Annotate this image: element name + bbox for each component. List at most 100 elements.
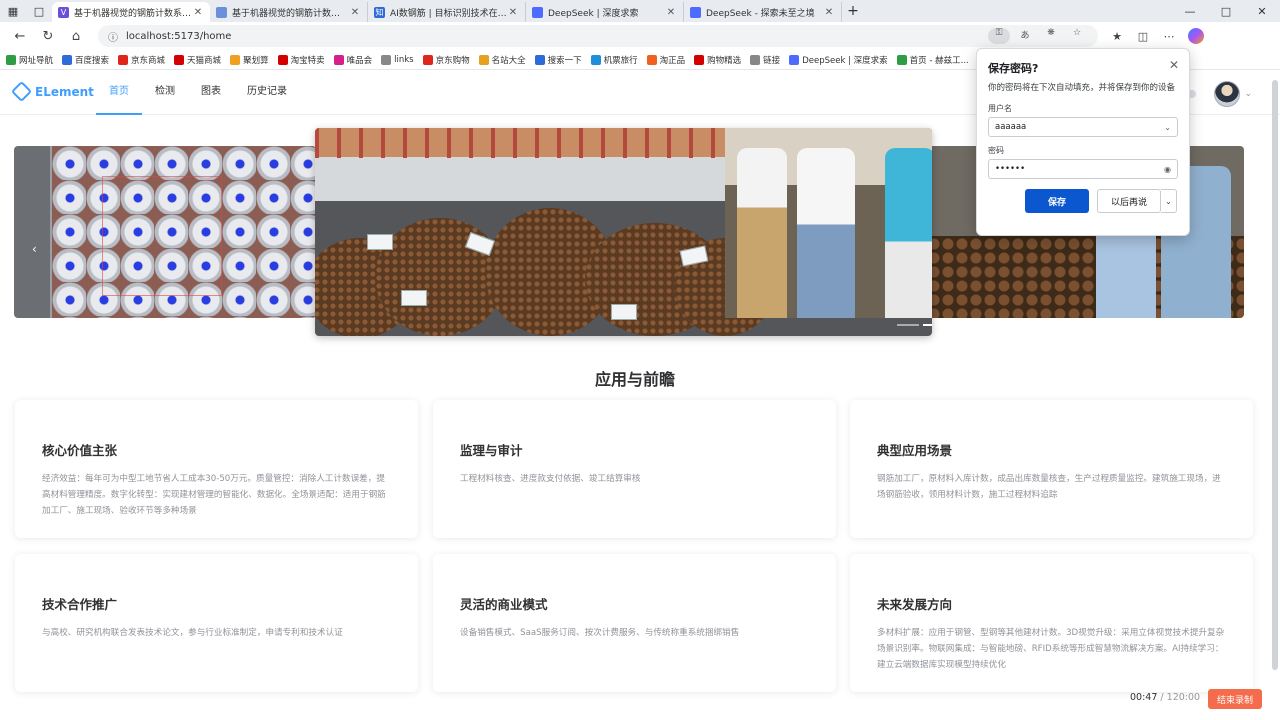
collections-icon[interactable]: ◫ [1130,30,1156,43]
avatar[interactable] [1214,81,1241,107]
card-title: 未来发展方向 [877,597,953,612]
close-window-icon[interactable]: ✕ [1244,5,1280,18]
browser-tab[interactable]: V 基于机器视觉的钢筋计数系统算法...✕ [52,2,210,22]
bookmark-icon [118,54,129,65]
tab-label: DeepSeek | 深度求索 [548,8,639,19]
section-title: 应用与前瞻 [594,370,675,389]
bookmark-icon [62,54,73,65]
bookmark-item[interactable]: 链接 [750,54,780,66]
browser-tab[interactable]: DeepSeek - 探索未至之境 ✕ [684,2,842,22]
bookmark-item[interactable]: 百度搜索 [62,54,109,66]
bookmark-item[interactable]: 搜索一下 [534,54,582,66]
tab-favicon-icon [532,6,543,18]
tab-label: 基于机器视觉的钢筋计数系统算法... [232,8,349,19]
tab-close-icon[interactable]: ✕ [665,7,677,18]
menu-item[interactable]: 历史记录 [234,71,300,115]
feature-card: 监理与审计 工程材料核查、进度款支付依据、竣工结算审核 [433,400,836,538]
translate-icon[interactable]: あ [1014,28,1036,44]
back-icon[interactable]: ← [6,29,34,44]
bookmark-item[interactable]: 淘宝特卖 [277,54,325,66]
more-icon[interactable]: ⋯ [1156,30,1182,43]
save-button[interactable]: 保存 [1025,189,1089,213]
more-options-icon[interactable]: ⌄ [1161,189,1177,213]
tab-label: AI数钢筋 | 目标识别技术在钢筋计... [390,8,507,19]
bookmark-label: 链接 [763,55,781,66]
bookmark-icon [6,54,16,65]
home-icon[interactable]: ⌂ [62,29,90,44]
save-password-dialog: 保存密码? ✕ 你的密码将在下次自动填充，并将保存到你的设备 用户名 aaaaa… [976,48,1190,236]
bookmark-label: 搜索一下 [547,55,582,66]
favorite-star-icon[interactable]: ☆ [1066,28,1088,44]
tab-close-icon[interactable]: ✕ [507,7,519,18]
browser-tab[interactable]: DeepSeek | 深度求索 ✕ [526,2,684,22]
maximize-icon[interactable]: □ [1208,5,1244,18]
url-text: localhost:5173/home [126,30,232,42]
chevron-down-icon[interactable]: ⌄ [1244,89,1252,99]
bookmark-icon [478,54,489,65]
chevron-down-icon[interactable]: ⌄ [1164,123,1171,132]
site-info-icon[interactable]: ⓘ [108,29,118,44]
favorites-icon[interactable]: ★ [1104,30,1130,43]
bookmark-item[interactable]: 京东商城 [118,54,165,66]
tab-favicon-icon [690,6,701,18]
tab-actions-icon[interactable]: □ [26,0,52,22]
bookmark-item[interactable]: 机票旅行 [590,54,638,66]
stop-recording-button[interactable]: 结束录制 [1208,689,1262,709]
menu-item[interactable]: 首页 [96,71,142,115]
bookmark-item[interactable]: 淘正品 [646,54,685,66]
browser-tab[interactable]: 知 AI数钢筋 | 目标识别技术在钢筋计...✕ [368,2,526,22]
extension-icon[interactable]: ❋ [1040,28,1062,44]
browser-tab[interactable]: 基于机器视觉的钢筋计数系统算法...✕ [210,2,368,22]
bookmark-item[interactable]: DeepSeek | 深度求索 [789,54,888,66]
carousel-prev-icon[interactable]: ‹ [32,242,37,256]
bookmark-item[interactable]: 京东购物 [422,54,470,66]
card-description: 多材料扩展：应用于钢管、型钢等其他建材计数。3D视觉升级：采用立体视觉技术提升复… [877,628,1225,670]
new-tab-button[interactable]: + [842,3,864,19]
tab-close-icon[interactable]: ✕ [192,7,204,18]
dialog-description: 你的密码将在下次自动填充，并将保存到你的设备 [988,83,1176,93]
tab-close-icon[interactable]: ✕ [823,7,835,18]
bookmark-label: 机票旅行 [603,55,638,66]
bookmark-item[interactable]: 首页 - 赫兹工... [896,54,969,66]
browser-menu-icon[interactable]: ▦ [0,0,26,22]
password-key-icon[interactable]: ⚿ [988,28,1010,44]
card-title: 典型应用场景 [877,443,953,458]
bookmark-label: DeepSeek | 深度求索 [802,55,888,66]
bookmark-label: 淘宝特卖 [290,55,325,66]
bookmark-label: 京东购物 [435,55,470,66]
carousel-indicators[interactable] [895,324,932,326]
page-scrollbar[interactable] [1272,80,1278,670]
password-field[interactable]: •••••• ◉ [988,159,1178,179]
eye-icon[interactable]: ◉ [1164,165,1171,174]
carousel-slide-rebar [315,128,932,336]
bookmark-icon [422,54,433,65]
address-bar: ← ↻ ⌂ ⓘ localhost:5173/home ⚿ あ ❋ ☆ ★ ◫ … [0,22,1280,50]
card-title: 灵活的商业模式 [460,597,548,612]
later-button[interactable]: 以后再说 [1097,189,1161,213]
minimize-icon[interactable]: — [1172,5,1208,18]
username-field[interactable]: aaaaaa ⌄ [988,117,1178,137]
bookmark-item[interactable]: 聚划算 [230,54,269,66]
copilot-icon[interactable] [1188,28,1204,44]
bookmark-label: 百度搜索 [75,55,110,66]
tab-close-icon[interactable]: ✕ [349,7,361,18]
bookmark-icon [789,54,800,65]
bookmark-item[interactable]: 唯品会 [333,54,372,66]
url-input[interactable]: ⓘ localhost:5173/home ⚿ あ ❋ ☆ [98,25,1098,47]
bookmark-label: 首页 - 赫兹工... [909,55,969,66]
bookmark-icon [534,54,545,65]
bookmark-item[interactable]: 天猫商城 [174,54,221,66]
bookmark-icon [277,54,288,65]
password-label: 密码 [988,146,1004,155]
reload-icon[interactable]: ↻ [34,29,62,44]
bookmark-item[interactable]: links [381,54,414,65]
app-logo[interactable]: ELement [10,80,94,103]
menu-item[interactable]: 图表 [188,71,234,115]
bookmark-item[interactable]: 名站大全 [478,54,526,66]
close-icon[interactable]: ✕ [1169,58,1179,72]
bookmark-item[interactable]: 购物精选 [694,54,741,66]
bookmark-item[interactable]: 网址导航 [6,54,53,66]
element-logo-icon [10,80,33,103]
card-description: 设备销售模式、SaaS服务订阅、按次计费服务、与传统称重系统捆绑销售 [460,628,740,638]
menu-item[interactable]: 检测 [142,71,188,115]
